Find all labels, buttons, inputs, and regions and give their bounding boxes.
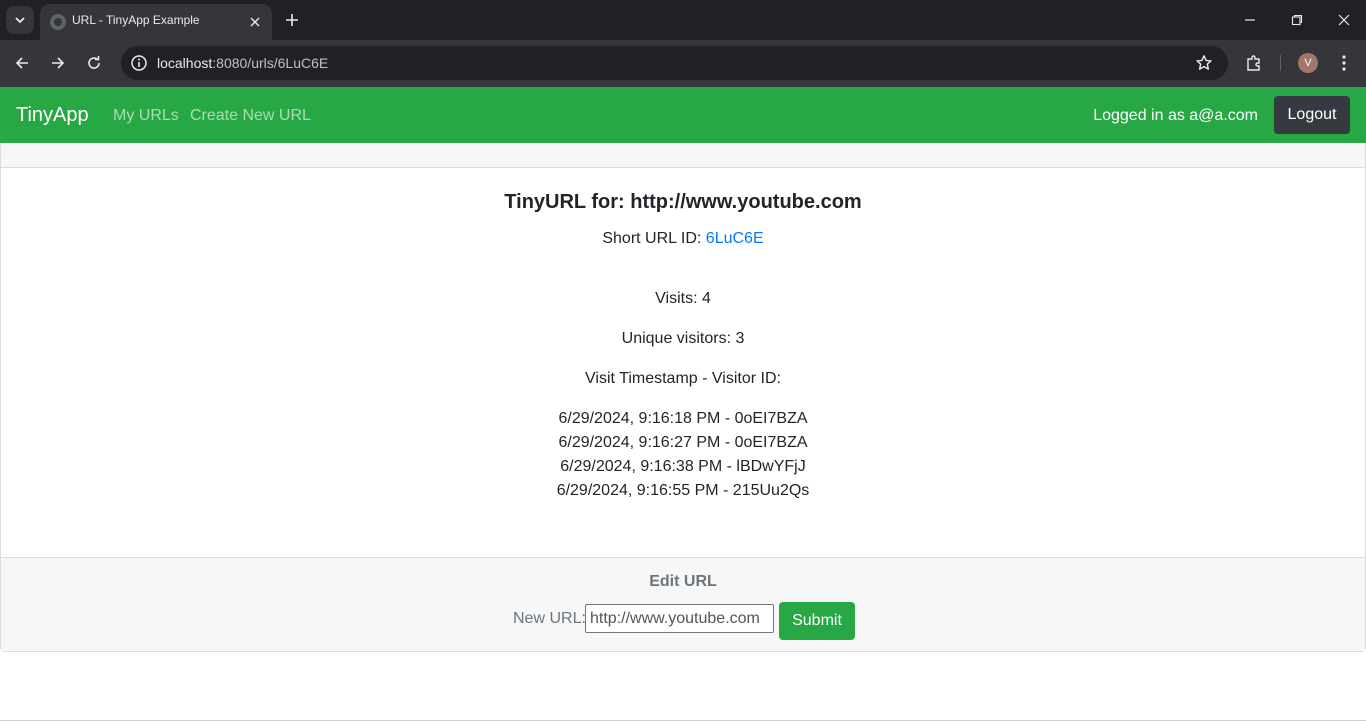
- card-body: TinyURL for: http://www.youtube.com Shor…: [1, 169, 1365, 557]
- browser-menu-button[interactable]: [1332, 49, 1356, 77]
- url-host: localhost: [157, 55, 213, 71]
- visit-entry: 6/29/2024, 9:16:18 PM - 0oEI7BZA: [558, 410, 808, 427]
- reload-button[interactable]: [80, 49, 108, 77]
- edit-url-title: Edit URL: [649, 573, 717, 590]
- close-icon: [1338, 14, 1350, 26]
- browser-toolbar: localhost:8080/urls/6LuC6E V: [0, 40, 1366, 87]
- puzzle-icon: [1247, 55, 1260, 71]
- back-button[interactable]: [8, 49, 36, 77]
- url-text: localhost:8080/urls/6LuC6E: [157, 55, 328, 71]
- navbar: TinyApp My URLs Create New URL Logged in…: [0, 87, 1366, 143]
- browser-tabstrip: URL - TinyApp Example: [0, 0, 1366, 40]
- visits-header: Visit Timestamp - Visitor ID:: [585, 370, 781, 387]
- close-window-button[interactable]: [1329, 6, 1359, 34]
- short-url-link[interactable]: 6LuC6E: [706, 230, 764, 247]
- url-path: :8080/urls/6LuC6E: [212, 55, 329, 71]
- short-url-line: Short URL ID: 6LuC6E: [1, 230, 1365, 248]
- tab-search-button[interactable]: [6, 6, 34, 34]
- more-vertical-icon: [1342, 55, 1346, 71]
- visits-count: Visits: 4: [655, 290, 711, 307]
- visit-entry: 6/29/2024, 9:16:27 PM - 0oEI7BZA: [558, 434, 808, 451]
- submit-button[interactable]: Submit: [779, 602, 855, 640]
- new-url-label: New URL:: [513, 610, 586, 627]
- bookmark-star-icon[interactable]: [1192, 51, 1216, 75]
- browser-tab[interactable]: URL - TinyApp Example: [40, 4, 272, 40]
- new-tab-button[interactable]: [280, 8, 304, 32]
- new-url-input[interactable]: [585, 604, 774, 633]
- extensions-button[interactable]: [1240, 49, 1268, 77]
- url-card: TinyURL for: http://www.youtube.com Shor…: [0, 143, 1366, 652]
- profile-avatar[interactable]: V: [1298, 53, 1318, 73]
- minimize-icon: [1245, 19, 1255, 21]
- site-info-icon[interactable]: [127, 51, 151, 75]
- globe-icon: [50, 14, 66, 30]
- restore-icon: [1291, 14, 1303, 26]
- logout-button[interactable]: Logout: [1274, 96, 1350, 134]
- card-header: [1, 143, 1365, 168]
- toolbar-divider: [1280, 55, 1281, 71]
- edit-url-footer: Edit URL New URL: Submit: [1, 557, 1365, 651]
- arrow-left-icon: [15, 57, 28, 69]
- chevron-down-icon: [15, 17, 25, 24]
- plus-icon: [286, 14, 298, 26]
- tab-title: URL - TinyApp Example: [72, 13, 200, 27]
- short-url-label: Short URL ID:: [602, 230, 706, 247]
- visit-entry: 6/29/2024, 9:16:55 PM - 215Uu2Qs: [556, 482, 810, 499]
- minimize-button[interactable]: [1235, 6, 1265, 34]
- restore-button[interactable]: [1282, 6, 1312, 34]
- logged-in-text: Logged in as a@a.com: [1093, 107, 1258, 124]
- nav-create-new-url[interactable]: Create New URL: [190, 107, 311, 125]
- arrow-right-icon: [52, 57, 65, 69]
- forward-button[interactable]: [44, 49, 72, 77]
- unique-visitors: Unique visitors: 3: [621, 330, 745, 347]
- address-bar[interactable]: localhost:8080/urls/6LuC6E: [121, 46, 1228, 80]
- page-title: TinyURL for: http://www.youtube.com: [504, 191, 862, 213]
- close-icon: [250, 17, 260, 27]
- tab-close-button[interactable]: [246, 13, 264, 31]
- reload-icon: [88, 56, 100, 69]
- brand-link[interactable]: TinyApp: [16, 104, 89, 127]
- nav-my-urls[interactable]: My URLs: [113, 107, 179, 125]
- visit-entry: 6/29/2024, 9:16:38 PM - lBDwYFjJ: [560, 458, 806, 475]
